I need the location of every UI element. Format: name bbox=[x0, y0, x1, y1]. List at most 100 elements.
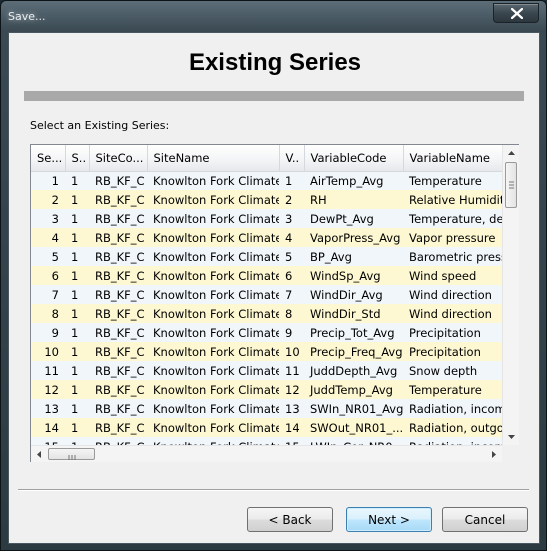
scroll-left-button[interactable] bbox=[31, 446, 48, 463]
table-row[interactable]: 10 1 RB_KF_C Knowlton Fork Climate 10 Precip_… bbox=[31, 342, 502, 361]
table-row[interactable]: 11 1 RB_KF_C Knowlton Fork Climate 11 JuddDep… bbox=[31, 361, 502, 380]
series-id-cell: 4 bbox=[31, 228, 65, 247]
table-row[interactable]: 9 1 RB_KF_C Knowlton Fork Climate 9 Precip_To… bbox=[31, 323, 502, 342]
scroll-right-button[interactable] bbox=[485, 446, 502, 463]
close-button[interactable] bbox=[493, 3, 539, 23]
variable-code-cell: JuddTemp_Avg bbox=[304, 380, 403, 399]
site-name-cell: Knowlton Fork Climate bbox=[147, 342, 279, 361]
column-header[interactable]: VariableName bbox=[403, 145, 502, 172]
scroll-corner bbox=[502, 445, 519, 462]
series-id-cell: 1 bbox=[31, 171, 65, 190]
site-code-cell: RB_KF_C bbox=[89, 190, 147, 209]
site-code-cell: RB_KF_C bbox=[89, 342, 147, 361]
variable-id-cell: 15 bbox=[279, 437, 304, 445]
table-row[interactable]: 14 1 RB_KF_C Knowlton Fork Climate 14 SWOut_N… bbox=[31, 418, 502, 437]
site-code-cell: RB_KF_C bbox=[89, 266, 147, 285]
column-header[interactable]: S.. bbox=[65, 145, 90, 172]
column-header[interactable]: Se... bbox=[31, 145, 66, 172]
table-row[interactable]: 1 1 RB_KF_C Knowlton Fork Climate 1 AirTemp_A… bbox=[31, 171, 502, 190]
table-row[interactable]: 4 1 RB_KF_C Knowlton Fork Climate 4 VaporPres… bbox=[31, 228, 502, 247]
close-icon bbox=[511, 8, 523, 19]
scroll-up-button[interactable] bbox=[503, 145, 520, 162]
column-header[interactable]: VariableCode bbox=[304, 145, 404, 172]
variable-id-cell: 9 bbox=[279, 323, 304, 342]
back-button[interactable]: < Back bbox=[247, 507, 333, 532]
table-row[interactable]: 6 1 RB_KF_C Knowlton Fork Climate 6 WindSp_Av… bbox=[31, 266, 502, 285]
series-id-cell: 10 bbox=[31, 342, 65, 361]
site-name-cell: Knowlton Fork Climate bbox=[147, 171, 279, 190]
series-id-cell: 12 bbox=[31, 380, 65, 399]
site-id-cell: 1 bbox=[65, 418, 89, 437]
series-table: Se... S.. SiteCo... SiteName V.. VariableCode… bbox=[31, 145, 502, 445]
cancel-button[interactable]: Cancel bbox=[442, 507, 528, 532]
variable-id-cell: 6 bbox=[279, 266, 304, 285]
horizontal-scroll-thumb[interactable] bbox=[48, 448, 95, 460]
variable-id-cell: 1 bbox=[279, 171, 304, 190]
site-id-cell: 1 bbox=[65, 190, 89, 209]
table-row[interactable]: 3 1 RB_KF_C Knowlton Fork Climate 3 DewPt_Avg… bbox=[31, 209, 502, 228]
site-id-cell: 1 bbox=[65, 399, 89, 418]
table-row[interactable]: 2 1 RB_KF_C Knowlton Fork Climate 2 RH Relativ… bbox=[31, 190, 502, 209]
vertical-scrollbar[interactable] bbox=[502, 145, 519, 445]
table-row[interactable]: 12 1 RB_KF_C Knowlton Fork Climate 12 JuddTem… bbox=[31, 380, 502, 399]
grid-viewport: Se... S.. SiteCo... SiteName V.. VariableCode… bbox=[31, 145, 502, 445]
variable-code-cell: SWOut_NR01_... bbox=[304, 418, 403, 437]
series-id-cell: 8 bbox=[31, 304, 65, 323]
site-code-cell: RB_KF_C bbox=[89, 418, 147, 437]
variable-code-cell: VaporPress_Avg bbox=[304, 228, 403, 247]
site-id-cell: 1 bbox=[65, 437, 89, 445]
series-id-cell: 2 bbox=[31, 190, 65, 209]
series-id-cell: 3 bbox=[31, 209, 65, 228]
site-code-cell: RB_KF_C bbox=[89, 285, 147, 304]
table-row[interactable]: 5 1 RB_KF_C Knowlton Fork Climate 5 BP_Avg Bar… bbox=[31, 247, 502, 266]
variable-name-cell: Precipitation bbox=[403, 342, 502, 361]
site-code-cell: RB_KF_C bbox=[89, 247, 147, 266]
header-row: Se... S.. SiteCo... SiteName V.. VariableCode… bbox=[31, 145, 502, 172]
table-body: 1 1 RB_KF_C Knowlton Fork Climate 1 AirTemp_A… bbox=[31, 171, 502, 445]
table-row[interactable]: 151RB_KF_CKnowlton Fork Climate15LWIn_Co… bbox=[31, 437, 502, 445]
site-name-cell: Knowlton Fork Climate bbox=[147, 361, 279, 380]
column-header[interactable]: SiteCo... bbox=[89, 145, 148, 172]
site-id-cell: 1 bbox=[65, 304, 89, 323]
table-row[interactable]: 8 1 RB_KF_C Knowlton Fork Climate 8 WindDir_S… bbox=[31, 304, 502, 323]
variable-code-cell: WindSp_Avg bbox=[304, 266, 403, 285]
title-bar[interactable]: Save... bbox=[1, 1, 546, 33]
site-code-cell: RB_KF_C bbox=[89, 380, 147, 399]
site-id-cell: 1 bbox=[65, 361, 89, 380]
series-id-cell: 14 bbox=[31, 418, 65, 437]
site-name-cell: Knowlton Fork Climate bbox=[147, 285, 279, 304]
site-code-cell: RB_KF_C bbox=[89, 361, 147, 380]
variable-id-cell: 4 bbox=[279, 228, 304, 247]
site-code-cell: RB_KF_C bbox=[89, 323, 147, 342]
horizontal-scrollbar[interactable] bbox=[31, 445, 502, 462]
series-id-cell: 15 bbox=[31, 437, 65, 445]
column-header[interactable]: SiteName bbox=[147, 145, 280, 172]
grip-icon bbox=[68, 455, 76, 460]
site-code-cell: RB_KF_C bbox=[89, 399, 147, 418]
footer-divider bbox=[18, 489, 529, 491]
variable-id-cell: 3 bbox=[279, 209, 304, 228]
next-button[interactable]: Next > bbox=[346, 507, 432, 532]
grip-icon bbox=[509, 181, 514, 189]
variable-code-cell: AirTemp_Avg bbox=[304, 171, 403, 190]
page-title: Existing Series bbox=[188, 49, 362, 76]
variable-name-cell: Relative Humidit bbox=[403, 190, 502, 209]
vertical-scroll-thumb[interactable] bbox=[505, 162, 517, 208]
site-name-cell: Knowlton Fork Climate bbox=[147, 304, 279, 323]
variable-id-cell: 10 bbox=[279, 342, 304, 361]
dialog-content: Existing Series Select an Existing Serie… bbox=[8, 32, 540, 544]
scroll-down-button[interactable] bbox=[503, 428, 520, 445]
series-grid[interactable]: Se... S.. SiteCo... SiteName V.. VariableCode… bbox=[30, 144, 519, 462]
variable-code-cell: JuddDepth_Avg bbox=[304, 361, 403, 380]
series-id-cell: 7 bbox=[31, 285, 65, 304]
save-dialog: Save... Existing Series Select an Existi… bbox=[0, 0, 547, 551]
variable-name-cell: Temperature, de bbox=[403, 209, 502, 228]
site-id-cell: 1 bbox=[65, 247, 89, 266]
table-row[interactable]: 7 1 RB_KF_C Knowlton Fork Climate 7 WindDir_A… bbox=[31, 285, 502, 304]
select-label: Select an Existing Series: bbox=[30, 119, 170, 132]
series-id-cell: 13 bbox=[31, 399, 65, 418]
site-id-cell: 1 bbox=[65, 171, 89, 190]
column-header[interactable]: V.. bbox=[279, 145, 305, 172]
site-name-cell: Knowlton Fork Climate bbox=[147, 380, 279, 399]
table-row[interactable]: 13 1 RB_KF_C Knowlton Fork Climate 13 SWIn_NR… bbox=[31, 399, 502, 418]
